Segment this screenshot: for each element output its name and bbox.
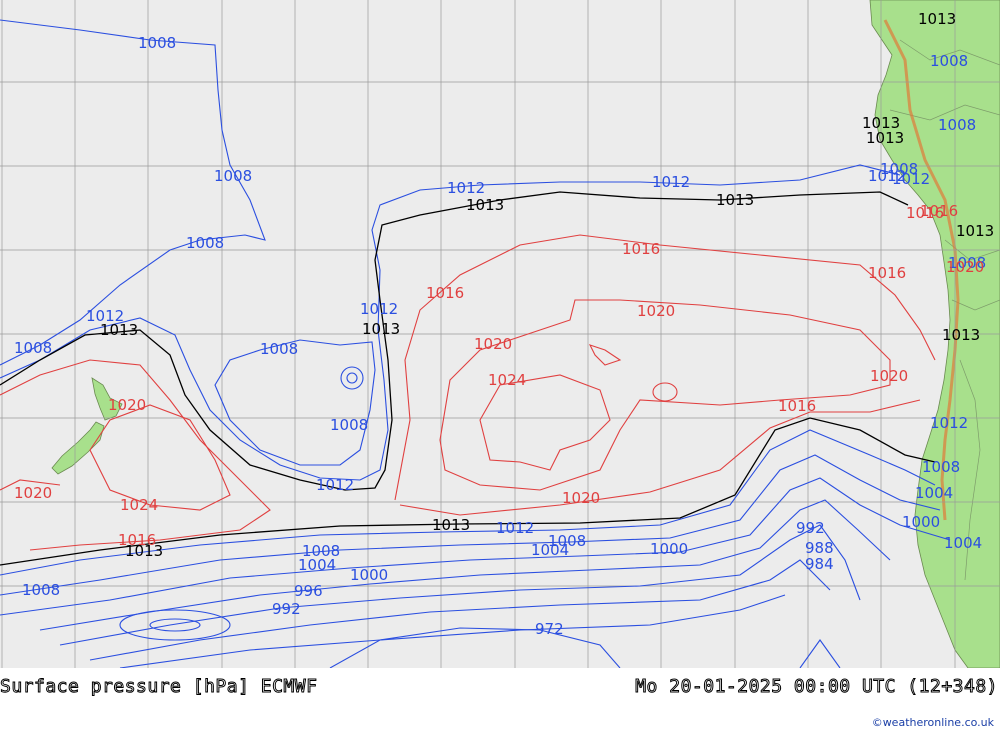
- isobar-label-1016: 1016: [778, 397, 816, 415]
- isobar-label-1020: 1020: [14, 484, 52, 502]
- isobar-label-1013: 1013: [466, 196, 504, 214]
- isobar-label-1013: 1013: [956, 222, 994, 240]
- isobar-label-1008: 1008: [138, 34, 176, 52]
- isobar-label-1004: 1004: [944, 534, 982, 552]
- isobar-label-1004: 1004: [298, 556, 336, 574]
- isobar-label-1004: 1004: [915, 484, 953, 502]
- isobar-label-1012: 1012: [360, 300, 398, 318]
- isobar-label-1012: 1012: [447, 179, 485, 197]
- isobar-label-1016: 1016: [622, 240, 660, 258]
- isobar-label-1008: 1008: [22, 581, 60, 599]
- isobar-label-1016: 1016: [426, 284, 464, 302]
- pressure-map: 1008100810081012101310081020102410201016…: [0, 0, 1000, 668]
- map-title: Surface pressure [hPa] ECMWF: [0, 676, 318, 698]
- isobar-label-1024: 1024: [488, 371, 526, 389]
- credit-link[interactable]: ©weatheronline.co.uk: [872, 716, 994, 729]
- isobar-label-1013: 1013: [918, 10, 956, 28]
- isobar-label-1016: 1016: [868, 264, 906, 282]
- isobar-label-1020: 1020: [946, 258, 984, 276]
- isobar-label-1013: 1013: [716, 191, 754, 209]
- isobar-label-996: 996: [294, 582, 323, 600]
- isobar-label-1008: 1008: [186, 234, 224, 252]
- isobar-label-1008: 1008: [214, 167, 252, 185]
- isobar-label-992: 992: [796, 519, 825, 537]
- isobar-label-1012: 1012: [316, 476, 354, 494]
- isobar-label-1000: 1000: [902, 513, 940, 531]
- isobar-label-1012: 1012: [652, 173, 690, 191]
- isobar-label-1020: 1020: [637, 302, 675, 320]
- isobar-label-1013: 1013: [100, 321, 138, 339]
- isobar-label-1013: 1013: [942, 326, 980, 344]
- isobar-label-1020: 1020: [870, 367, 908, 385]
- isobar-label-1000: 1000: [350, 566, 388, 584]
- isobar-label-1004: 1004: [531, 541, 569, 559]
- isobar-label-1008: 1008: [938, 116, 976, 134]
- forecast-datetime: Mo 20-01-2025 00:00 UTC (12+348): [635, 676, 998, 698]
- isobar-label-1008: 1008: [922, 458, 960, 476]
- isobar-label-1008: 1008: [330, 416, 368, 434]
- isobar-label-1008: 1008: [930, 52, 968, 70]
- isobar-label-1020: 1020: [108, 396, 146, 414]
- isobar-label-1012: 1012: [892, 170, 930, 188]
- isobar-label-1000: 1000: [650, 540, 688, 558]
- map-footer: Surface pressure [hPa] ECMWF Mo 20-01-20…: [0, 668, 1000, 733]
- isobar-label-1013: 1013: [432, 516, 470, 534]
- isobar-label-1020: 1020: [562, 489, 600, 507]
- isobar-label-1008: 1008: [14, 339, 52, 357]
- isobar-label-1008: 1008: [260, 340, 298, 358]
- isobar-label-1013: 1013: [866, 129, 904, 147]
- isobar-label-1013: 1013: [125, 542, 163, 560]
- isobar-label-992: 992: [272, 600, 301, 618]
- isobar-label-1020: 1020: [474, 335, 512, 353]
- isobar-label-1013: 1013: [362, 320, 400, 338]
- isobar-label-1012: 1012: [496, 519, 534, 537]
- isobar-label-1024: 1024: [120, 496, 158, 514]
- isobar-label-984: 984: [805, 555, 834, 573]
- isobar-label-1016: 1016: [920, 202, 958, 220]
- isobar-label-972: 972: [535, 620, 564, 638]
- isobar-label-1012: 1012: [930, 414, 968, 432]
